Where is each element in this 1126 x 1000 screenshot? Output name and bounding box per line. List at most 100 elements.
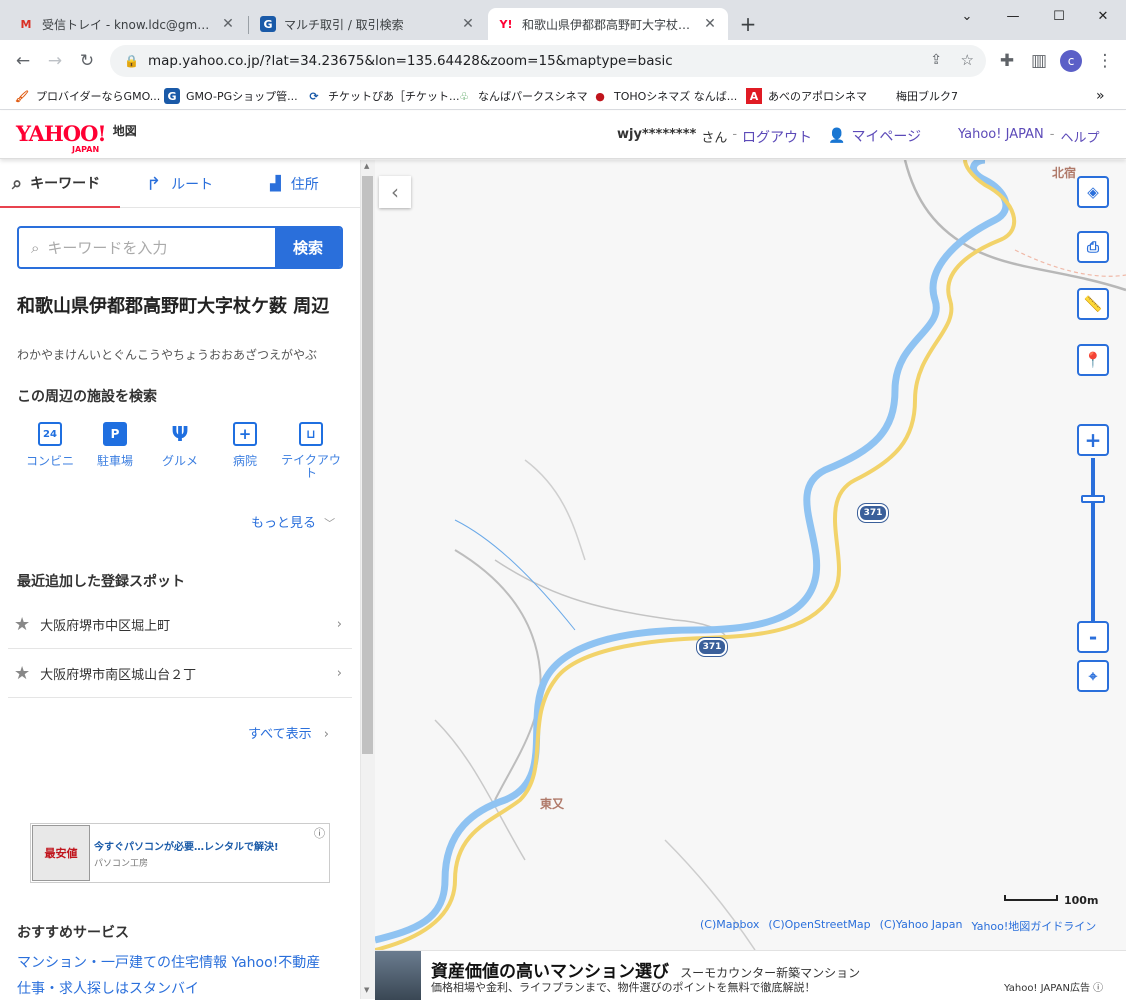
search-input[interactable]: ⌕ キーワードを入力 [19, 228, 275, 267]
bookmark-label: チケットぴあ［チケット... [328, 90, 460, 103]
ad-source: パソコン工房 [94, 858, 149, 869]
user-suffix: さん [701, 131, 728, 146]
guideline-link[interactable]: Yahoo!地図ガイドライン [972, 918, 1097, 934]
mypage-link[interactable]: 👤 マイページ [828, 126, 921, 146]
crosshair-icon: ⌖ [1088, 667, 1098, 685]
zoom-track[interactable] [1091, 458, 1095, 621]
pin-button[interactable]: 📍 [1077, 344, 1109, 376]
attribution-osm[interactable]: (C)OpenStreetMap [768, 918, 870, 934]
new-tab-button[interactable]: + [736, 12, 760, 36]
bookmark-toho[interactable]: ● TOHOシネマズ なんば... [592, 86, 737, 106]
menu-icon[interactable]: ⋮ [1092, 48, 1118, 74]
bookmark-gmo-pg[interactable]: G GMO-PGショップ管... [164, 86, 298, 106]
more-facilities-link[interactable]: もっと見る ﹀ [251, 512, 335, 531]
help-link[interactable]: ヘルプ [1060, 127, 1099, 146]
search-button[interactable]: 検索 [275, 228, 341, 267]
gmo-isp-icon: 🖌 [15, 89, 29, 103]
logout-link[interactable]: ログアウト [742, 127, 812, 147]
info-icon[interactable]: ⓘ [314, 825, 325, 841]
facility-takeout[interactable]: ⊔ テイクアウト [280, 422, 342, 480]
pia-icon: ⟳ [309, 89, 319, 103]
tab-gmail[interactable]: M 受信トレイ - know.ldc@gmail.com ✕ [8, 8, 246, 40]
ad-label[interactable]: Yahoo! JAPAN広告 ⓘ [1004, 979, 1103, 994]
current-location-button[interactable]: ⌖ [1077, 660, 1109, 692]
facility-parking[interactable]: P 駐車場 [85, 422, 145, 469]
tab-strip: M 受信トレイ - know.ldc@gmail.com ✕ G マルチ取引 /… [0, 0, 1126, 40]
attribution-yahoo[interactable]: (C)Yahoo Japan [880, 918, 963, 934]
tab-gmo[interactable]: G マルチ取引 / 取引検索 ✕ [250, 8, 486, 40]
close-icon[interactable]: ✕ [460, 16, 476, 32]
tab-yahoo-map[interactable]: Y! 和歌山県伊都郡高野町大字杖ケ薮 ✕ [488, 8, 728, 40]
spot-item[interactable]: ★ 大阪府堺市中区堀上町 › [8, 601, 352, 649]
reload-button[interactable]: ↻ [74, 48, 100, 74]
scroll-up-icon[interactable]: ▲ [364, 162, 369, 170]
back-button[interactable]: ← [10, 48, 36, 74]
tab-address[interactable]: ▟ 住所 [270, 160, 319, 208]
recommend-link-realestate[interactable]: マンション・一戸建ての住宅情報 Yahoo!不動産 [17, 952, 320, 972]
recommend-title: おすすめサービス [17, 925, 129, 941]
river [375, 160, 1010, 944]
measure-button[interactable]: 📏 [1077, 288, 1109, 320]
tab-title: 受信トレイ - know.ldc@gmail.com [42, 17, 214, 32]
zoom-slider-handle[interactable] [1081, 495, 1105, 503]
tab-search-button[interactable]: ⌄ [944, 0, 990, 32]
close-window-button[interactable]: ✕ [1080, 0, 1126, 32]
bookmarks-more-button[interactable]: » [1096, 86, 1105, 106]
header-links: Yahoo! JAPAN - ヘルプ [958, 127, 1099, 146]
sidebar-scroll-thumb[interactable] [362, 176, 373, 754]
close-icon[interactable]: ✕ [702, 16, 718, 32]
forward-button[interactable]: → [42, 48, 68, 74]
tab-route[interactable]: ↱ ルート [146, 160, 213, 208]
zoom-in-button[interactable]: + [1077, 424, 1109, 456]
map-canvas[interactable]: ‹ 371 371 北宿 東又 ◈ ⎙ 📏 📍 + - ⌖ 100m (C)Ma… [375, 160, 1126, 950]
bookmark-label: なんばパークスシネマ [478, 90, 588, 103]
logo-sub: JAPAN [72, 145, 100, 154]
collapse-sidebar-button[interactable]: ‹ [379, 176, 411, 208]
minor-road [524, 459, 586, 561]
share-icon[interactable]: ⇪ [930, 52, 942, 68]
layers-button[interactable]: ◈ [1077, 176, 1109, 208]
minor-road [454, 549, 542, 801]
route-shield: 371 [858, 504, 888, 522]
spot-label: 大阪府堺市南区城山台２丁 [40, 668, 197, 683]
map-ad-banner[interactable]: 資産価値の高いマンション選び スーモカウンター新築マンション 価格相場や金利、ラ… [375, 950, 1126, 1000]
address-bar[interactable]: 🔒 map.yahoo.co.jp/?lat=34.23675&lon=135.… [110, 45, 986, 77]
print-button[interactable]: ⎙ [1077, 231, 1109, 263]
facility-convenience[interactable]: 24 コンビニ [20, 422, 80, 469]
scroll-down-icon[interactable]: ▼ [364, 986, 369, 994]
bookmark-apollo[interactable]: A あべのアポロシネマ [746, 86, 867, 106]
bookmark-namba-parks[interactable]: ♧ なんばパークスシネマ [456, 86, 588, 106]
recommend-link-jobs[interactable]: 仕事・求人探しはスタンバイ [17, 978, 199, 998]
profile-avatar[interactable]: c [1060, 50, 1082, 72]
bookmark-pia[interactable]: ⟳ チケットぴあ［チケット... [306, 86, 460, 106]
side-panel-icon[interactable]: ▥ [1026, 48, 1052, 74]
close-icon[interactable]: ✕ [220, 16, 236, 32]
yahoo-logo[interactable]: YAHOO! 地図 JAPAN [16, 121, 137, 154]
tab-label: 住所 [290, 177, 319, 193]
facility-hospital[interactable]: + 病院 [215, 422, 275, 469]
yahoo-japan-link[interactable]: Yahoo! JAPAN [958, 127, 1044, 146]
place-label: 北宿 [1052, 166, 1077, 180]
more-label: もっと見る [251, 516, 317, 531]
map-attribution: (C)Mapbox (C)OpenStreetMap (C)Yahoo Japa… [700, 918, 1096, 934]
mypage-label: マイページ [851, 129, 922, 145]
yahoo-icon: Y! [499, 17, 513, 31]
maximize-button[interactable]: ☐ [1036, 0, 1082, 32]
facility-gourmet[interactable]: Ψ グルメ [150, 422, 210, 469]
extensions-icon[interactable]: ✚ [994, 48, 1020, 74]
search-placeholder: キーワードを入力 [47, 239, 168, 257]
star-icon[interactable]: ☆ [961, 51, 974, 69]
search-form: ⌕ キーワードを入力 検索 [17, 226, 343, 269]
parking-icon: P [103, 422, 127, 446]
spot-item[interactable]: ★ 大阪府堺市南区城山台２丁 › [8, 650, 352, 698]
tab-keyword[interactable]: ⌕ キーワード [0, 160, 120, 208]
logo-text: YAHOO! [16, 121, 107, 146]
attribution-mapbox[interactable]: (C)Mapbox [700, 918, 759, 934]
minimize-button[interactable]: — [990, 0, 1036, 32]
zoom-out-button[interactable]: - [1077, 621, 1109, 653]
bookmark-umeda[interactable]: 梅田ブルク7 [896, 86, 958, 106]
show-all-link[interactable]: すべて表示 › [248, 723, 329, 742]
ad-image: 最安値 [32, 825, 90, 881]
sidebar-ad[interactable]: 最安値 今すぐパソコンが必要…レンタルで解決! パソコン工房 ⓘ [30, 823, 330, 883]
bookmark-gmo-isp[interactable]: 🖌 プロバイダーならGMO... [14, 86, 160, 106]
